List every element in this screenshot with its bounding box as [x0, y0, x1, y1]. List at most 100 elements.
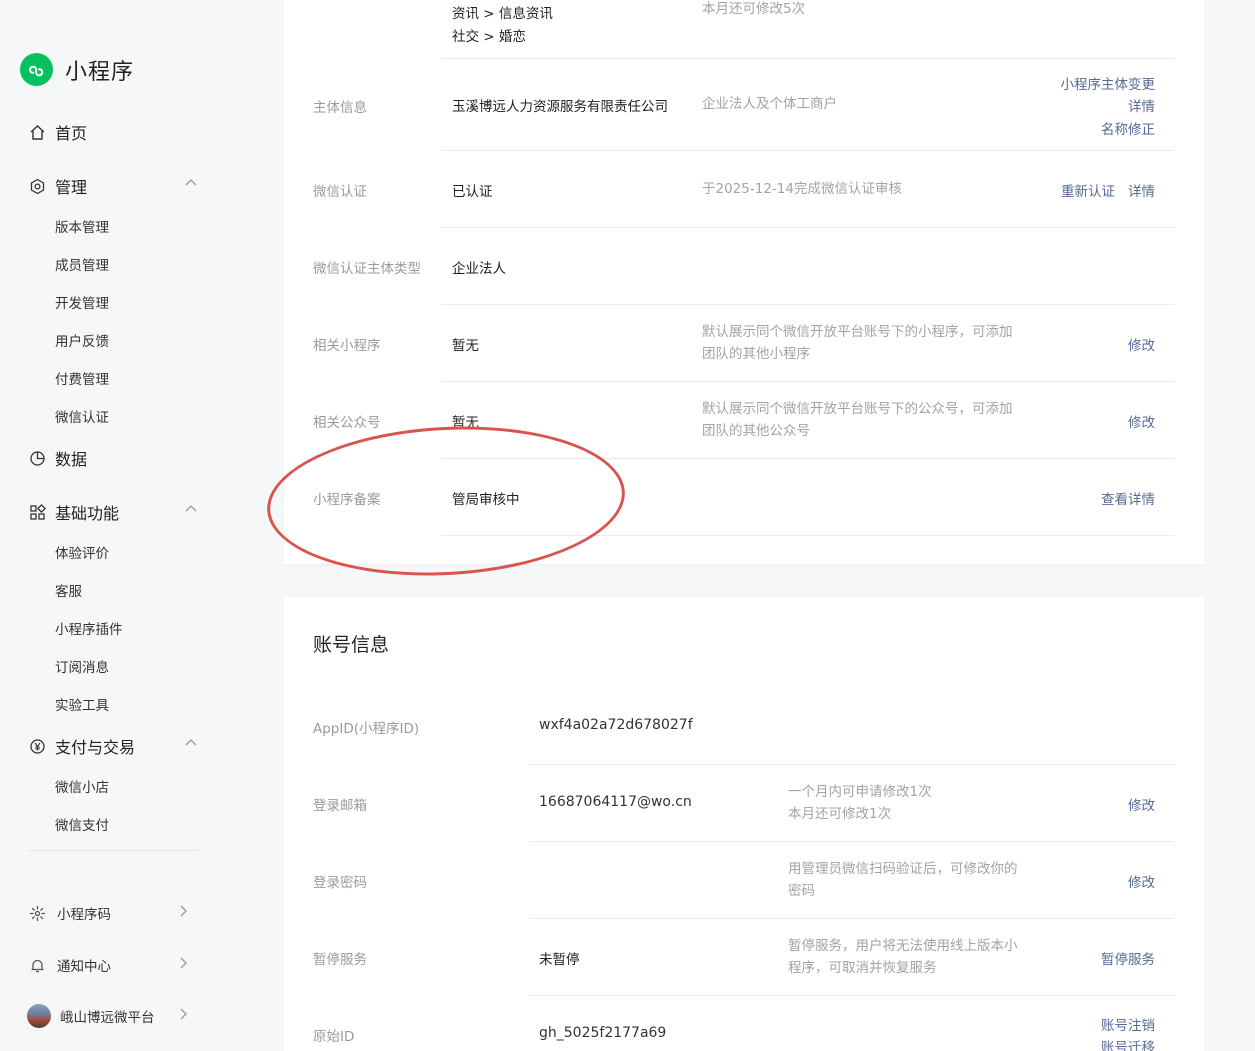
- related-mp-desc-2: 团队的其他小程序: [702, 346, 810, 362]
- row-divider: [529, 764, 1174, 765]
- chevron-up-icon[interactable]: [184, 735, 198, 754]
- related-mp-label: 相关小程序: [313, 338, 381, 354]
- subject-desc: 企业法人及个体工商户: [702, 96, 837, 112]
- nav-account-label: 峨山博远微平台: [60, 1010, 155, 1026]
- related-oa-desc-1: 默认展示同个微信开放平台账号下的公众号，可添加: [702, 401, 1013, 417]
- row-divider: [441, 458, 1174, 459]
- nav-manage-label: 管理: [55, 178, 88, 197]
- account-migrate-link[interactable]: 账号迁移: [1101, 1036, 1155, 1051]
- sidebar: 小程序 首页 管理 版本管理 成员管理 开发管理 用户反馈 付费管理 微信认证 …: [0, 0, 240, 1051]
- nav-basic[interactable]: 基础功能: [28, 500, 198, 524]
- pause-value: 未暂停: [539, 952, 580, 968]
- verify-desc: 于2025-12-14完成微信认证审核: [702, 181, 902, 197]
- verify-label: 微信认证: [313, 184, 367, 200]
- account-info-card: [284, 597, 1204, 1051]
- password-edit-link[interactable]: 修改: [1128, 871, 1155, 891]
- avatar: [27, 1004, 51, 1028]
- related-oa-desc-2: 团队的其他公众号: [702, 423, 810, 439]
- nav-manage[interactable]: 管理: [28, 174, 198, 198]
- sidebar-item-dev[interactable]: 开发管理: [55, 292, 109, 312]
- verify-type-label: 微信认证主体类型: [313, 261, 421, 277]
- sidebar-item-feedback[interactable]: 用户反馈: [55, 330, 109, 350]
- email-value: 16687064117@wo.cn: [539, 794, 692, 810]
- section-title: 账号信息: [313, 634, 390, 656]
- sidebar-divider: [28, 850, 198, 851]
- pause-label: 暂停服务: [313, 952, 367, 968]
- pause-desc-2: 程序，可取消并恢复服务: [788, 960, 937, 976]
- row-divider: [529, 841, 1174, 842]
- home-icon: [28, 123, 46, 141]
- related-oa-value: 暂无: [452, 415, 479, 431]
- filing-label: 小程序备案: [313, 492, 381, 508]
- email-desc-1: 一个月内可申请修改1次: [788, 784, 932, 800]
- subject-rename-link[interactable]: 名称修正: [1101, 118, 1155, 138]
- related-mp-edit-link[interactable]: 修改: [1128, 334, 1155, 354]
- row-divider: [441, 304, 1174, 305]
- pause-service-link[interactable]: 暂停服务: [1101, 948, 1155, 968]
- filing-status: 管局审核中: [452, 492, 520, 508]
- verify-detail-link[interactable]: 详情: [1128, 180, 1155, 200]
- pause-desc-1: 暂停服务，用户将无法使用线上版本小: [788, 938, 1018, 954]
- subject-label: 主体信息: [313, 100, 367, 116]
- app-logo[interactable]: 小程序: [20, 53, 134, 86]
- chevron-right-icon: [176, 956, 190, 974]
- password-desc-2: 密码: [788, 883, 815, 899]
- related-mp-value: 暂无: [452, 338, 479, 354]
- bell-icon: [28, 956, 46, 974]
- nav-pay-label: 支付与交易: [55, 738, 136, 757]
- email-desc-2: 本月还可修改1次: [788, 806, 892, 822]
- nav-pay[interactable]: 支付与交易: [28, 734, 198, 758]
- sidebar-item-payment[interactable]: 付费管理: [55, 368, 109, 388]
- miniprogram-logo-icon: [20, 53, 53, 86]
- sidebar-item-experience[interactable]: 体验评价: [55, 542, 109, 562]
- subject-detail-link[interactable]: 详情: [1128, 95, 1155, 115]
- grid-icon: [28, 503, 46, 521]
- related-mp-desc-1: 默认展示同个微信开放平台账号下的小程序，可添加: [702, 324, 1013, 340]
- qrcode-icon: [28, 904, 46, 922]
- row-divider: [441, 58, 1174, 59]
- nav-data[interactable]: 数据: [28, 446, 198, 470]
- subject-value: 玉溪博远人力资源服务有限责任公司: [452, 99, 668, 115]
- nav-home[interactable]: 首页: [28, 120, 198, 144]
- chevron-right-icon: [176, 1007, 190, 1025]
- row-divider: [529, 995, 1174, 996]
- chevron-up-icon[interactable]: [184, 175, 198, 194]
- subject-change-link[interactable]: 小程序主体变更: [1061, 73, 1156, 93]
- row-divider: [529, 918, 1174, 919]
- nav-qrcode[interactable]: 小程序码: [28, 903, 190, 923]
- row-divider: [441, 381, 1174, 382]
- email-label: 登录邮箱: [313, 798, 367, 814]
- sidebar-item-members[interactable]: 成员管理: [55, 254, 109, 274]
- nav-account[interactable]: 峨山博远微平台: [27, 1004, 190, 1028]
- category-desc: 本月还可修改5次: [702, 1, 806, 17]
- appid-label: AppID(小程序ID): [313, 721, 420, 737]
- chevron-up-icon[interactable]: [184, 501, 198, 520]
- nav-notice[interactable]: 通知中心: [28, 955, 190, 975]
- sidebar-item-subscribe[interactable]: 订阅消息: [55, 656, 109, 676]
- verify-value: 已认证: [452, 184, 493, 200]
- category-value-1: 资讯 > 信息资讯: [452, 6, 553, 22]
- chevron-right-icon: [176, 904, 190, 922]
- nav-basic-label: 基础功能: [55, 504, 120, 523]
- nav-home-label: 首页: [55, 124, 88, 143]
- gear-icon: [28, 177, 46, 195]
- origin-id-value: gh_5025f2177a69: [539, 1025, 667, 1041]
- nav-data-label: 数据: [55, 450, 88, 469]
- sidebar-item-wxpay[interactable]: 微信支付: [55, 814, 109, 834]
- sidebar-item-verify[interactable]: 微信认证: [55, 406, 109, 426]
- related-oa-edit-link[interactable]: 修改: [1128, 411, 1155, 431]
- app-title: 小程序: [65, 59, 135, 85]
- sidebar-item-service[interactable]: 客服: [55, 580, 82, 600]
- nav-qrcode-label: 小程序码: [57, 907, 111, 923]
- filing-detail-link[interactable]: 查看详情: [1101, 488, 1155, 508]
- sidebar-item-lab[interactable]: 实验工具: [55, 694, 109, 714]
- sidebar-item-version[interactable]: 版本管理: [55, 216, 109, 236]
- yuan-icon: [28, 737, 46, 755]
- sidebar-item-plugin[interactable]: 小程序插件: [55, 618, 123, 638]
- row-divider: [441, 150, 1174, 151]
- email-edit-link[interactable]: 修改: [1128, 794, 1155, 814]
- reverify-link[interactable]: 重新认证: [1061, 180, 1115, 200]
- sidebar-item-shop[interactable]: 微信小店: [55, 776, 109, 796]
- verify-type-value: 企业法人: [452, 261, 506, 277]
- account-cancel-link[interactable]: 账号注销: [1101, 1014, 1155, 1034]
